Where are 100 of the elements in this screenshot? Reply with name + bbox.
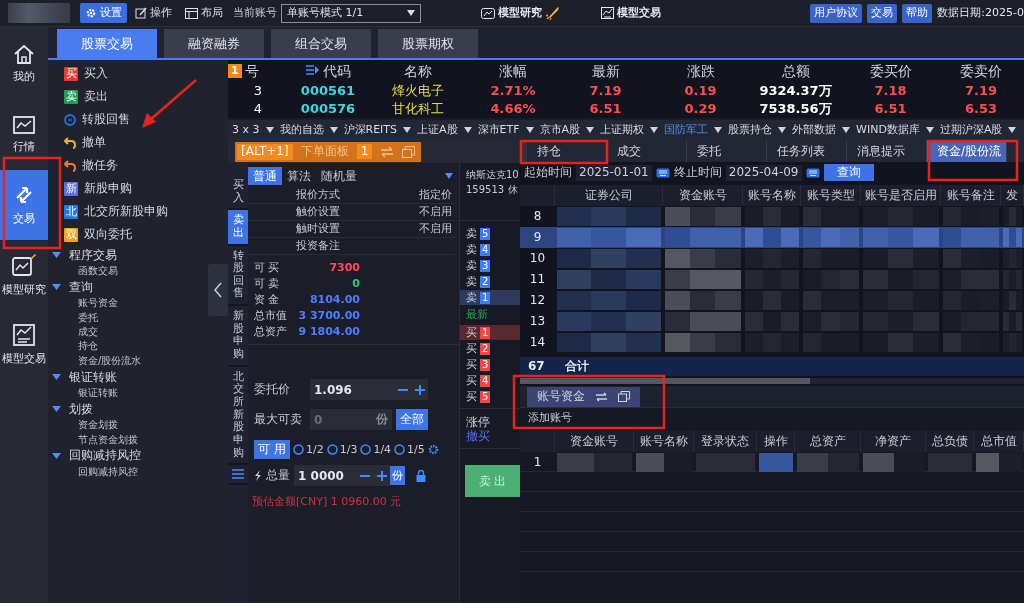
- sector-tab[interactable]: 京市A股: [539, 123, 581, 137]
- table-row[interactable]: 9: [520, 227, 1024, 248]
- menu-section[interactable]: 查询: [69, 280, 93, 295]
- sector-tab[interactable]: 3 x 3: [232, 123, 260, 137]
- tab[interactable]: 账号资金: [527, 386, 640, 407]
- column-header[interactable]: 总市值: [974, 431, 1024, 452]
- scrollbar-thumb[interactable]: [520, 378, 810, 384]
- field-value[interactable]: 指定价: [343, 187, 455, 204]
- caret-icon[interactable]: [52, 406, 61, 413]
- table-row[interactable]: 12: [520, 290, 1024, 311]
- sector-tab[interactable]: 上证A股: [417, 123, 458, 137]
- gear-icon[interactable]: [427, 444, 439, 455]
- toolbar-button[interactable]: 操作: [130, 3, 177, 23]
- sort-icon[interactable]: [305, 65, 319, 77]
- depth-level[interactable]: 买 5: [460, 389, 520, 404]
- tab[interactable]: 组合交易: [271, 29, 371, 58]
- sector-tab[interactable]: 过期沪深A股: [939, 123, 1003, 137]
- menu-item[interactable]: 资金划拨: [78, 419, 118, 432]
- header-button[interactable]: 帮助: [902, 3, 933, 23]
- sector-tab[interactable]: 深市ETF: [477, 123, 520, 137]
- column-header[interactable]: 资金账号: [555, 431, 634, 452]
- plus-button[interactable]: [411, 379, 428, 400]
- depth-level[interactable]: 卖 3: [460, 258, 520, 273]
- all-button[interactable]: 全部: [396, 409, 428, 430]
- menu-section[interactable]: 回购减持风控: [69, 448, 141, 463]
- column-header[interactable]: 名称: [368, 62, 468, 80]
- cancel-buy-link[interactable]: 撤买: [466, 429, 520, 444]
- menu-item[interactable]: 资金/股份流水: [78, 354, 142, 367]
- table-row[interactable]: 11: [520, 269, 1024, 290]
- menu-item[interactable]: 撤任务: [82, 158, 118, 173]
- add-account-link[interactable]: 添加账号: [520, 408, 1024, 427]
- column-header[interactable]: 涨跌: [653, 62, 748, 80]
- nav-tab[interactable]: 我的: [0, 27, 48, 100]
- header-button[interactable]: 用户协议: [810, 3, 863, 23]
- menu-section[interactable]: 程序交易: [69, 247, 117, 263]
- tab[interactable]: 成交: [607, 140, 687, 162]
- side-tab[interactable]: 转股回售: [228, 245, 248, 307]
- toolbar-button[interactable]: 布局: [180, 3, 228, 23]
- column-header[interactable]: 委买价: [843, 62, 938, 80]
- table-row[interactable]: 8: [520, 206, 1024, 227]
- tab[interactable]: 融资融券: [164, 29, 264, 58]
- column-header[interactable]: 最新: [558, 62, 653, 80]
- price-field[interactable]: 1.096: [310, 379, 394, 400]
- column-header[interactable]: 号: [244, 62, 259, 80]
- menu-item[interactable]: 北交所新股申购: [84, 204, 168, 219]
- caret-icon[interactable]: [52, 284, 61, 291]
- unit-button[interactable]: 份: [390, 466, 405, 485]
- field-value[interactable]: 不启用: [343, 221, 455, 238]
- caret-icon[interactable]: [52, 373, 61, 380]
- tab[interactable]: 股票交易: [57, 29, 157, 58]
- tab[interactable]: 随机量: [316, 166, 362, 186]
- depth-level[interactable]: 买 3: [460, 357, 520, 372]
- nav-link[interactable]: 模型交易: [601, 5, 661, 21]
- nav-link[interactable]: 模型研究: [481, 5, 561, 21]
- collapse-handle[interactable]: [208, 264, 228, 316]
- depth-level[interactable]: 最新: [460, 306, 520, 324]
- table-row[interactable]: 10: [520, 248, 1024, 269]
- date-field[interactable]: 2025-01-01: [576, 164, 652, 181]
- column-header[interactable]: 证券公司: [555, 185, 663, 206]
- tab[interactable]: 任务列表: [767, 140, 847, 162]
- sector-tab[interactable]: 上证期权: [600, 123, 645, 137]
- column-header[interactable]: 净资产: [861, 431, 926, 452]
- column-header[interactable]: 委卖价: [938, 62, 1024, 80]
- caret-icon[interactable]: [52, 452, 61, 459]
- max-sell-field[interactable]: 0: [310, 409, 376, 430]
- nav-tab[interactable]: 交易: [0, 170, 48, 240]
- table-row[interactable]: 13: [520, 311, 1024, 332]
- sector-tab[interactable]: 沪深REITS: [343, 123, 398, 137]
- column-header[interactable]: 账号名称: [743, 185, 801, 206]
- menu-item[interactable]: 节点资金划拨: [78, 433, 138, 446]
- sector-tab[interactable]: 股票持仓: [728, 123, 773, 137]
- keyboard-icon[interactable]: [805, 167, 820, 178]
- account-select[interactable]: 单账号模式 1/1: [281, 3, 421, 23]
- menu-item[interactable]: 卖出: [84, 89, 108, 104]
- depth-level[interactable]: 卖 2: [460, 274, 520, 289]
- menu-section[interactable]: 银证转账: [69, 369, 117, 384]
- tab[interactable]: 算法: [282, 166, 316, 186]
- menu-item[interactable]: 撤单: [82, 135, 106, 150]
- ratio-radio[interactable]: 1/4: [360, 442, 392, 457]
- depth-level[interactable]: 卖 1: [460, 290, 520, 305]
- available-button[interactable]: 可 用: [254, 440, 290, 459]
- table-row[interactable]: 14: [520, 332, 1024, 353]
- sector-tab[interactable]: 我的自选: [279, 123, 324, 137]
- nav-tab[interactable]: 模型研究: [0, 240, 48, 310]
- plus-button[interactable]: [373, 465, 390, 486]
- column-header[interactable]: 总额: [748, 62, 843, 80]
- date-field[interactable]: 2025-04-09: [725, 164, 802, 181]
- column-header[interactable]: 总负债: [926, 431, 974, 452]
- sector-tab[interactable]: 国防军工: [664, 123, 709, 137]
- sector-tab[interactable]: 外部数据: [792, 123, 837, 137]
- keyboard-icon[interactable]: [655, 167, 670, 178]
- quantity-field[interactable]: 1 0000: [294, 465, 356, 486]
- menu-item[interactable]: 双向委托: [84, 227, 132, 242]
- menu-item[interactable]: 银证转账: [78, 386, 118, 399]
- tab[interactable]: 委托: [687, 140, 767, 162]
- menu-item[interactable]: 转股回售: [82, 112, 130, 127]
- side-tab[interactable]: 卖出: [228, 210, 248, 246]
- side-tab[interactable]: 新股申购: [228, 306, 248, 367]
- depth-level[interactable]: 卖 4: [460, 242, 520, 257]
- depth-level[interactable]: 买 4: [460, 373, 520, 388]
